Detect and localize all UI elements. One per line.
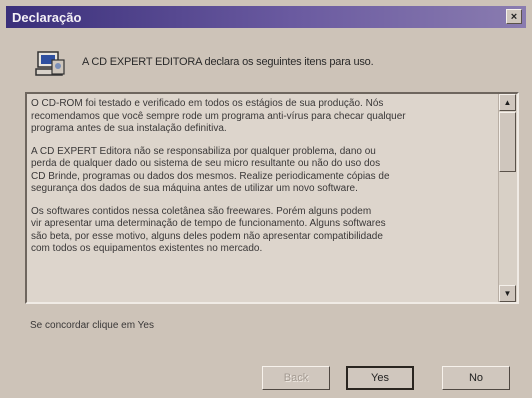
dialog-header: A CD EXPERT EDITORA declara os seguintes… — [34, 48, 504, 88]
window-title: Declaração — [12, 9, 82, 25]
title-bar[interactable]: Declaração × — [6, 6, 526, 28]
line: são beta, por esse motivo, alguns deles … — [31, 230, 383, 242]
paragraph-2: A CD EXPERT Editora não se responsabiliz… — [31, 146, 499, 196]
line: Os softwares contidos nessa coletânea sã… — [31, 205, 372, 217]
scroll-up-button[interactable]: ▲ — [499, 94, 516, 111]
line: perda de qualquer dado ou sistema de seu… — [31, 158, 381, 169]
no-button[interactable]: No — [442, 366, 510, 390]
line: recomendamos que você sempre rode um pro… — [31, 110, 406, 122]
computer-icon — [35, 51, 65, 76]
close-icon: × — [510, 11, 518, 23]
line: A CD EXPERT Editora não se responsabiliz… — [31, 145, 376, 157]
line: segurança dos dados de sua máquina antes… — [31, 183, 358, 194]
yes-button[interactable]: Yes — [346, 366, 414, 390]
arrow-down-icon: ▼ — [503, 289, 512, 298]
license-textbox[interactable]: O CD-ROM foi testado e verificado em tod… — [25, 92, 519, 304]
dialog-window: Declaração × A CD EXPERT EDITORA declara… — [0, 0, 532, 398]
line: CD Brinde, programas ou dados dos mesmos… — [31, 170, 390, 182]
header-text: A CD EXPERT EDITORA declara os seguintes… — [82, 56, 374, 68]
paragraph-1: O CD-ROM foi testado e verificado em tod… — [31, 98, 499, 136]
agree-prompt: Se concordar clique em Yes — [30, 320, 154, 331]
line: programa antes de sua instalação definit… — [31, 123, 227, 134]
license-text: O CD-ROM foi testado e verificado em tod… — [31, 98, 499, 266]
line: O CD-ROM foi testado e verificado em tod… — [31, 98, 384, 109]
vertical-scrollbar[interactable]: ▲ ▼ — [498, 94, 517, 302]
close-button[interactable]: × — [506, 9, 522, 24]
line: com todos os equipamentos existentes no … — [31, 243, 263, 254]
line: vir apresentar uma determinação de tempo… — [31, 218, 386, 229]
back-button[interactable]: Back — [262, 366, 330, 390]
scroll-down-button[interactable]: ▼ — [499, 285, 516, 302]
scroll-thumb[interactable] — [499, 112, 516, 172]
paragraph-3: Os softwares contidos nessa coletânea sã… — [31, 206, 499, 256]
arrow-up-icon: ▲ — [503, 98, 512, 107]
